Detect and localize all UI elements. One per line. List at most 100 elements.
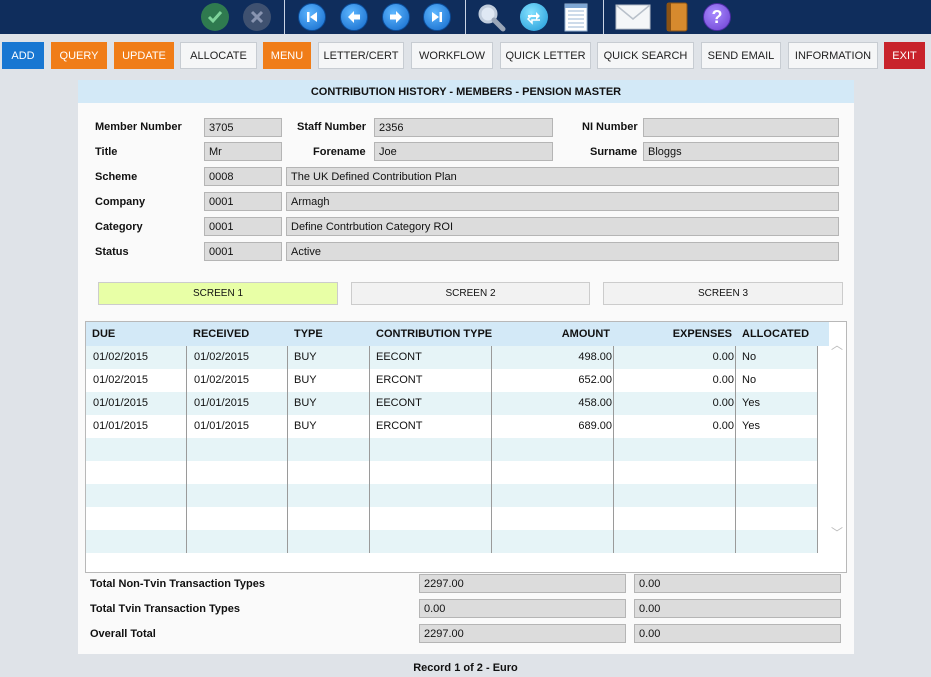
table-row[interactable]: 01/02/2015 01/02/2015 BUY EECONT 498.00 … (86, 346, 817, 369)
table-row[interactable]: 01/02/2015 01/02/2015 BUY ERCONT 652.00 … (86, 369, 817, 392)
cell-expenses: 0.00 (712, 397, 734, 409)
tab-screen-2[interactable]: SCREEN 2 (351, 282, 590, 305)
send-email-button[interactable]: SEND EMAIL (701, 42, 781, 69)
scheme-label: Scheme (95, 171, 138, 183)
query-button[interactable]: QUERY (51, 42, 107, 69)
cell-contribution-type: ERCONT (376, 420, 423, 432)
column-header-amount[interactable]: AMOUNT (492, 322, 610, 346)
member-number-field[interactable]: 3705 (204, 118, 282, 137)
cell-contribution-type: EECONT (376, 351, 422, 363)
cell-received: 01/02/2015 (194, 351, 250, 363)
mail-icon[interactable] (614, 2, 652, 32)
total-non-tvin-expenses: 0.00 (634, 574, 841, 593)
menu-button[interactable]: MENU (263, 42, 311, 69)
quick-search-button[interactable]: QUICK SEARCH (597, 42, 694, 69)
next-record-icon[interactable] (381, 2, 411, 32)
contribution-history-panel: CONTRIBUTION HISTORY - MEMBERS - PENSION… (78, 80, 854, 654)
staff-number-field[interactable]: 2356 (374, 118, 553, 137)
company-code-field[interactable]: 0001 (204, 192, 282, 211)
panel-title: CONTRIBUTION HISTORY - MEMBERS - PENSION… (78, 80, 854, 103)
staff-number-label: Staff Number (297, 121, 367, 133)
cell-type: BUY (294, 397, 317, 409)
table-row-empty (86, 484, 817, 507)
table-row[interactable]: 01/01/2015 01/01/2015 BUY EECONT 458.00 … (86, 392, 817, 415)
cell-amount: 689.00 (578, 420, 612, 432)
title-field[interactable]: Mr (204, 142, 282, 161)
previous-record-icon[interactable] (339, 2, 369, 32)
cell-due: 01/01/2015 (93, 397, 149, 409)
table-row-empty (86, 461, 817, 484)
total-non-tvin-label: Total Non-Tvin Transaction Types (90, 578, 266, 590)
status-label: Status (95, 246, 129, 258)
add-button[interactable]: ADD (2, 42, 44, 69)
cell-received: 01/02/2015 (194, 374, 250, 386)
cell-contribution-type: ERCONT (376, 374, 423, 386)
total-tvin-expenses: 0.00 (634, 599, 841, 618)
address-book-icon[interactable] (662, 2, 692, 32)
allocate-button[interactable]: ALLOCATE (180, 42, 257, 69)
letter-cert-button[interactable]: LETTER/CERT (318, 42, 404, 69)
column-header-received[interactable]: RECEIVED (193, 322, 249, 346)
forename-field[interactable]: Joe (374, 142, 553, 161)
exit-button[interactable]: EXIT (884, 42, 925, 69)
table-row-empty (86, 507, 817, 530)
company-name-field[interactable]: Armagh (286, 192, 839, 211)
cell-allocated: No (742, 374, 757, 386)
overall-total-expenses: 0.00 (634, 624, 841, 643)
first-record-icon[interactable] (297, 2, 327, 32)
column-header-contribution-type[interactable]: CONTRIBUTION TYPE (376, 322, 492, 346)
column-header-expenses[interactable]: EXPENSES (614, 322, 732, 346)
last-record-icon[interactable] (422, 2, 452, 32)
cell-type: BUY (294, 351, 317, 363)
scroll-up-icon[interactable]: ︿ (830, 336, 844, 352)
column-header-allocated[interactable]: ALLOCATED (742, 322, 809, 346)
cell-contribution-type: EECONT (376, 397, 422, 409)
surname-field[interactable]: Bloggs (643, 142, 839, 161)
update-button[interactable]: UPDATE (114, 42, 174, 69)
surname-label: Surname (590, 146, 638, 158)
total-non-tvin-amount: 2297.00 (419, 574, 626, 593)
cell-expenses: 0.00 (712, 374, 734, 386)
total-tvin-label: Total Tvin Transaction Types (90, 603, 240, 615)
category-name-field[interactable]: Define Contrbution Category ROI (286, 217, 839, 236)
scheme-name-field[interactable]: The UK Defined Contribution Plan (286, 167, 839, 186)
total-tvin-amount: 0.00 (419, 599, 626, 618)
quick-letter-button[interactable]: QUICK LETTER (500, 42, 591, 69)
information-button[interactable]: INFORMATION (788, 42, 878, 69)
category-label: Category (95, 221, 143, 233)
status-code-field[interactable]: 0001 (204, 242, 282, 261)
cell-expenses: 0.00 (712, 351, 734, 363)
table-row[interactable]: 01/01/2015 01/01/2015 BUY ERCONT 689.00 … (86, 415, 817, 438)
column-header-due[interactable]: DUE (92, 322, 115, 346)
help-icon[interactable]: ? (702, 2, 732, 32)
confirm-icon[interactable] (200, 2, 230, 32)
refresh-icon[interactable] (519, 2, 549, 32)
tab-screen-1[interactable]: SCREEN 1 (98, 282, 338, 305)
overall-total-label: Overall Total (90, 628, 156, 640)
notepad-icon[interactable] (561, 2, 591, 32)
overall-total-amount: 2297.00 (419, 624, 626, 643)
cell-due: 01/01/2015 (93, 420, 149, 432)
cancel-icon[interactable] (242, 2, 272, 32)
workflow-button[interactable]: WORKFLOW (411, 42, 493, 69)
scroll-down-icon[interactable]: ﹀ (830, 524, 844, 540)
company-label: Company (95, 196, 146, 208)
contribution-grid: DUE RECEIVED TYPE CONTRIBUTION TYPE AMOU… (85, 321, 847, 573)
action-button-bar: ADD QUERY UPDATE ALLOCATE MENU LETTER/CE… (0, 42, 931, 70)
tab-screen-3[interactable]: SCREEN 3 (603, 282, 843, 305)
table-row-empty (86, 438, 817, 461)
cell-allocated: No (742, 351, 757, 363)
cell-received: 01/01/2015 (194, 397, 250, 409)
cell-expenses: 0.00 (712, 420, 734, 432)
column-header-type[interactable]: TYPE (294, 322, 323, 346)
search-icon[interactable] (476, 2, 506, 32)
scheme-code-field[interactable]: 0008 (204, 167, 282, 186)
ni-number-field[interactable] (643, 118, 839, 137)
table-row-empty (86, 530, 817, 553)
category-code-field[interactable]: 0001 (204, 217, 282, 236)
record-status: Record 1 of 2 - Euro (413, 662, 518, 674)
status-name-field[interactable]: Active (286, 242, 839, 261)
cell-allocated: Yes (742, 420, 760, 432)
member-number-label: Member Number (95, 121, 182, 133)
cell-amount: 652.00 (578, 374, 612, 386)
